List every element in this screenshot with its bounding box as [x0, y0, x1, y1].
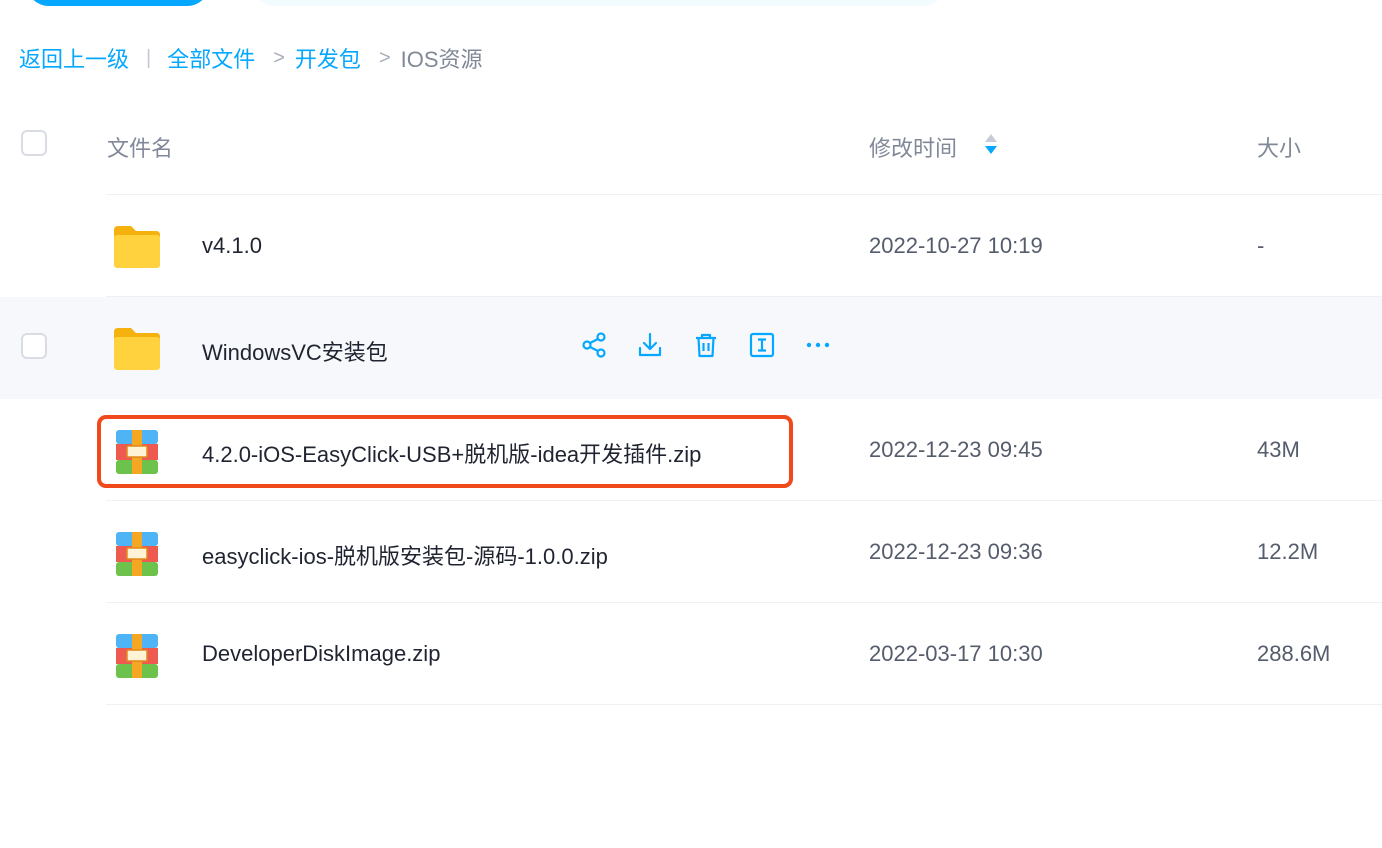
header-filename[interactable]: 文件名	[107, 131, 173, 163]
file-size: 288.6M	[1257, 641, 1331, 666]
select-all-checkbox[interactable]	[21, 130, 47, 156]
table-row[interactable]: DeveloperDiskImage.zip 2022-03-17 10:30 …	[0, 603, 1382, 705]
breadcrumb-arrow: >	[378, 46, 391, 69]
folder-icon	[114, 226, 160, 268]
row-actions	[580, 331, 832, 359]
breadcrumb-arrow: >	[273, 46, 285, 69]
file-size: 43M	[1257, 437, 1300, 462]
file-name[interactable]: DeveloperDiskImage.zip	[202, 641, 440, 667]
table-row[interactable]: v4.1.0 2022-10-27 10:19 -	[0, 195, 1382, 297]
breadcrumb: 返回上一级 | 全部文件 > 开发包 > IOS资源	[19, 42, 483, 74]
header-modified[interactable]: 修改时间	[869, 131, 957, 163]
breadcrumb-divider: |	[146, 46, 152, 69]
file-name[interactable]: WindowsVC安装包	[202, 335, 388, 367]
zip-icon	[116, 532, 158, 576]
file-name[interactable]: v4.1.0	[202, 233, 262, 259]
modified-time: 2022-10-27 10:19	[869, 233, 1043, 258]
row-divider	[106, 704, 1382, 705]
more-icon[interactable]	[804, 331, 832, 359]
modified-time: 2022-12-23 09:36	[869, 539, 1043, 564]
delete-icon[interactable]	[692, 331, 720, 359]
rename-icon[interactable]	[748, 331, 776, 359]
modified-time: 2022-12-23 09:45	[869, 437, 1043, 462]
file-size: -	[1257, 233, 1265, 258]
highlight-box	[97, 415, 793, 488]
file-name[interactable]: easyclick-ios-脱机版安装包-源码-1.0.0.zip	[202, 539, 608, 571]
breadcrumb-all-files[interactable]: 全部文件	[167, 42, 255, 74]
folder-icon	[114, 328, 160, 370]
share-icon[interactable]	[580, 331, 608, 359]
modified-time: 2022-03-17 10:30	[869, 641, 1043, 666]
download-icon[interactable]	[636, 331, 664, 359]
top-action-button[interactable]	[26, 0, 210, 6]
file-size: 12.2M	[1257, 539, 1319, 564]
header-size[interactable]: 大小	[1257, 131, 1301, 163]
table-row[interactable]: WindowsVC安装包	[0, 297, 1382, 399]
row-checkbox[interactable]	[21, 333, 47, 359]
zip-icon	[116, 634, 158, 678]
sort-icon[interactable]	[983, 132, 999, 156]
back-link[interactable]: 返回上一级	[19, 42, 129, 74]
breadcrumb-current: IOS资源	[400, 47, 483, 72]
top-search-bar[interactable]	[252, 0, 946, 6]
breadcrumb-dev-package[interactable]: 开发包	[295, 42, 361, 74]
table-row[interactable]: easyclick-ios-脱机版安装包-源码-1.0.0.zip 2022-1…	[0, 501, 1382, 603]
